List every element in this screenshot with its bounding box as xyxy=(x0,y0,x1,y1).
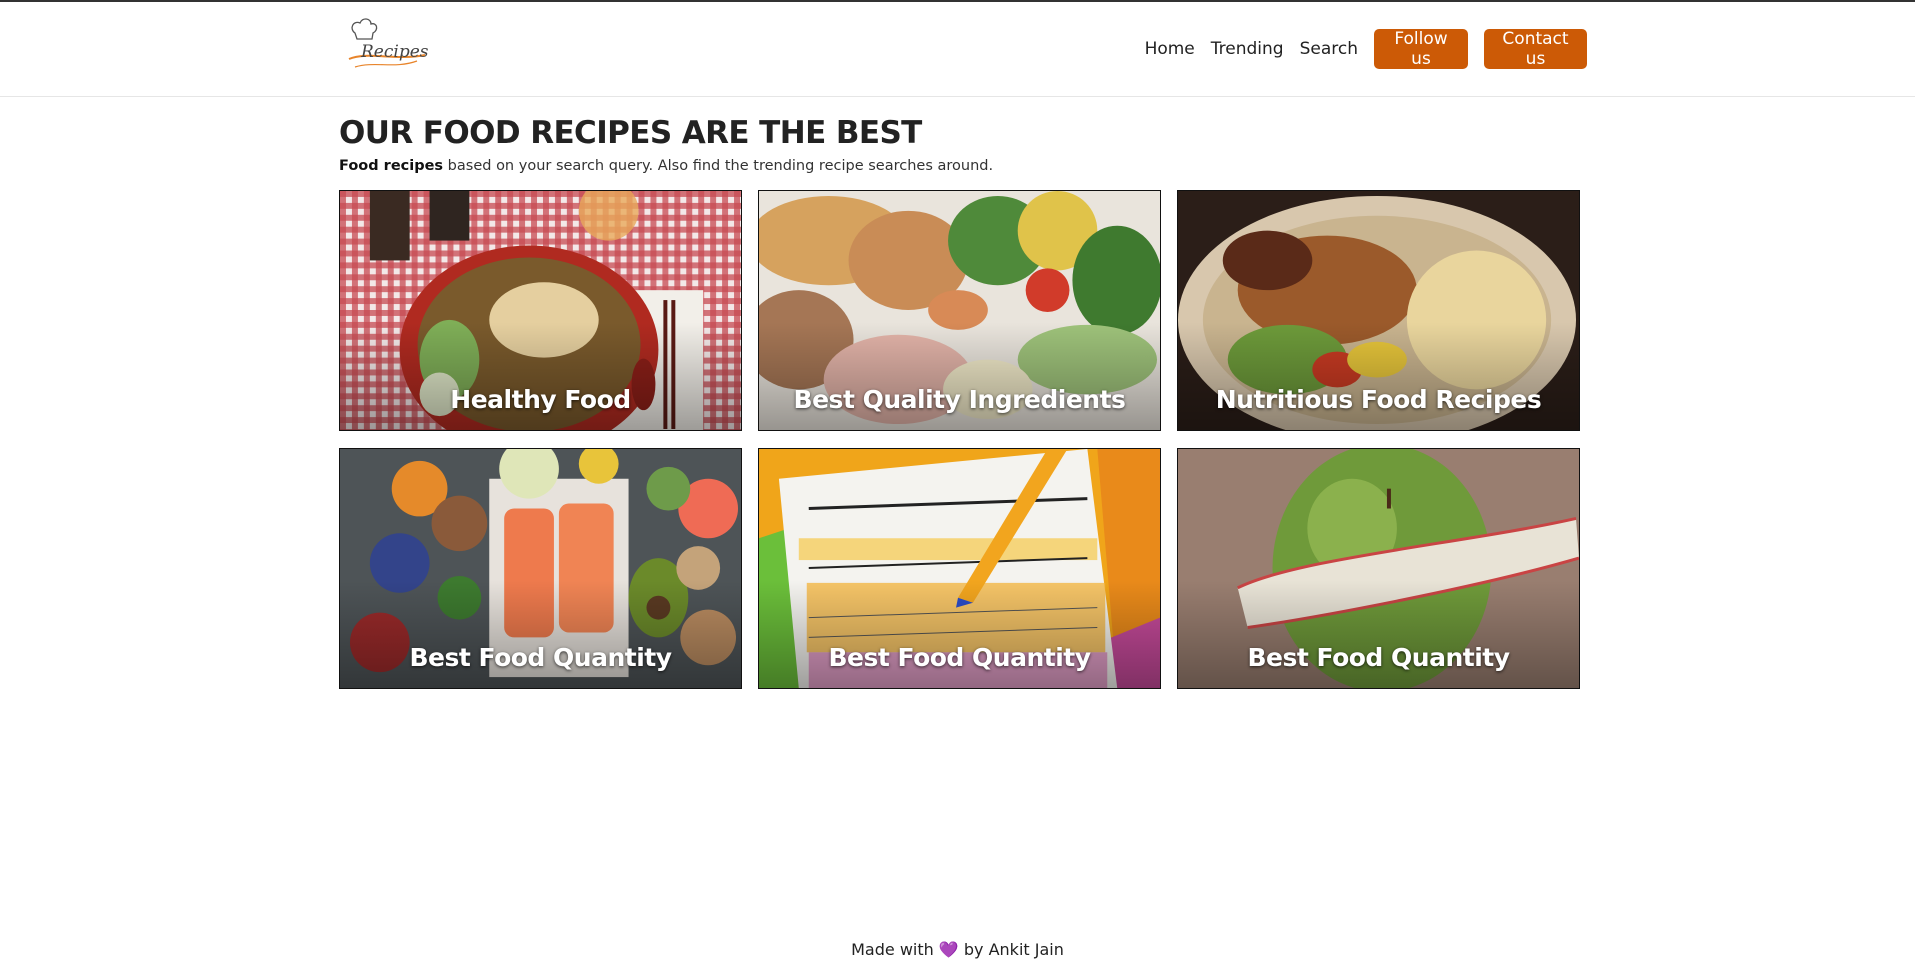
card-title: Best Quality Ingredients xyxy=(793,385,1126,414)
page-subtitle: Food recipes based on your search query.… xyxy=(339,156,1579,176)
card-title: Best Food Quantity xyxy=(1247,643,1510,672)
footer: Made with 💜 by Ankit Jain xyxy=(0,940,1915,959)
card-title: Healthy Food xyxy=(450,385,631,414)
card-title: Best Food Quantity xyxy=(409,643,672,672)
card-best-food-quantity-1[interactable]: Best Food Quantity xyxy=(339,448,742,689)
main-nav: Home Trending Search Follow us Contact u… xyxy=(1145,29,1587,69)
card-healthy-food[interactable]: Healthy Food xyxy=(339,190,742,431)
card-best-quality-ingredients[interactable]: Best Quality Ingredients xyxy=(758,190,1161,431)
hero-section: OUR FOOD RECIPES ARE THE BEST Food recip… xyxy=(339,114,1579,176)
site-logo[interactable]: Recipes xyxy=(345,15,431,83)
footer-author: by Ankit Jain xyxy=(963,940,1064,959)
card-title: Best Food Quantity xyxy=(828,643,1091,672)
logo-text: Recipes xyxy=(360,42,429,62)
page-title: OUR FOOD RECIPES ARE THE BEST xyxy=(339,115,922,151)
card-title: Nutritious Food Recipes xyxy=(1215,385,1542,414)
nav-home[interactable]: Home xyxy=(1145,39,1195,59)
navbar: Recipes Home Trending Search Follow us C… xyxy=(0,2,1915,97)
contact-us-button[interactable]: Contact us xyxy=(1484,29,1587,69)
recipe-card-grid: Healthy Food Best Quality Ingredients Nu… xyxy=(339,190,1580,689)
card-best-food-quantity-3[interactable]: Best Food Quantity xyxy=(1177,448,1580,689)
recipes-logo-icon: Recipes xyxy=(348,18,429,68)
subtitle-text: based on your search query. Also find th… xyxy=(443,158,994,174)
subtitle-bold: Food recipes xyxy=(339,158,444,174)
footer-prefix: Made with xyxy=(851,940,934,959)
nav-search[interactable]: Search xyxy=(1300,39,1358,59)
card-nutritious-food-recipes[interactable]: Nutritious Food Recipes xyxy=(1177,190,1580,431)
heart-icon: 💜 xyxy=(938,940,959,959)
card-best-food-quantity-2[interactable]: Best Food Quantity xyxy=(758,448,1161,689)
follow-us-button[interactable]: Follow us xyxy=(1374,29,1468,69)
nav-trending[interactable]: Trending xyxy=(1211,39,1284,59)
